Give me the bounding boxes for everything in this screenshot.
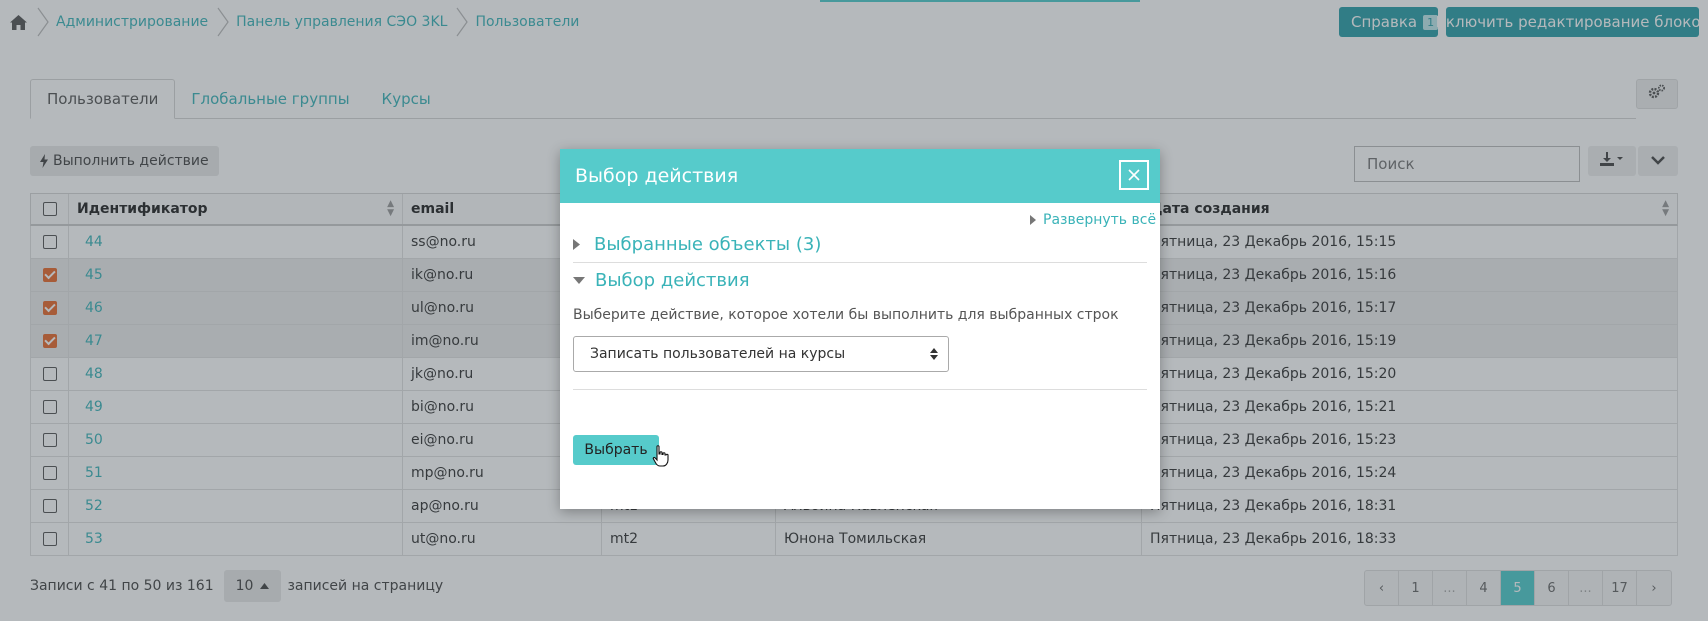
- caret-right-icon: [573, 239, 580, 250]
- section-divider: [573, 262, 1147, 263]
- caret-down-icon: [573, 277, 585, 284]
- action-dialog: Выбор действия Развернуть всё Выбранные …: [560, 149, 1160, 509]
- expand-all-label: Развернуть всё: [1043, 212, 1157, 228]
- section-divider: [573, 389, 1147, 390]
- hand-cursor-icon: [652, 445, 670, 467]
- select-submit-button[interactable]: Выбрать: [573, 435, 659, 465]
- selected-objects-section[interactable]: Выбранные объекты (3): [573, 234, 821, 255]
- action-select-value: Записать пользователей на курсы: [590, 346, 846, 362]
- selected-objects-label: Выбранные объекты (3): [594, 234, 822, 255]
- action-select[interactable]: Записать пользователей на курсы: [573, 336, 949, 372]
- close-button[interactable]: [1119, 160, 1149, 190]
- dialog-header: Выбор действия: [560, 149, 1160, 203]
- action-select-section[interactable]: Выбор действия: [573, 270, 750, 291]
- caret-right-icon: [1030, 215, 1036, 225]
- expand-all-link[interactable]: Развернуть всё: [1030, 212, 1156, 228]
- dialog-title: Выбор действия: [575, 165, 739, 187]
- action-prompt: Выберите действие, которое хотели бы вып…: [573, 307, 1119, 323]
- select-arrows-icon: [930, 348, 938, 360]
- action-select-label: Выбор действия: [595, 270, 750, 291]
- close-icon: [1128, 169, 1140, 181]
